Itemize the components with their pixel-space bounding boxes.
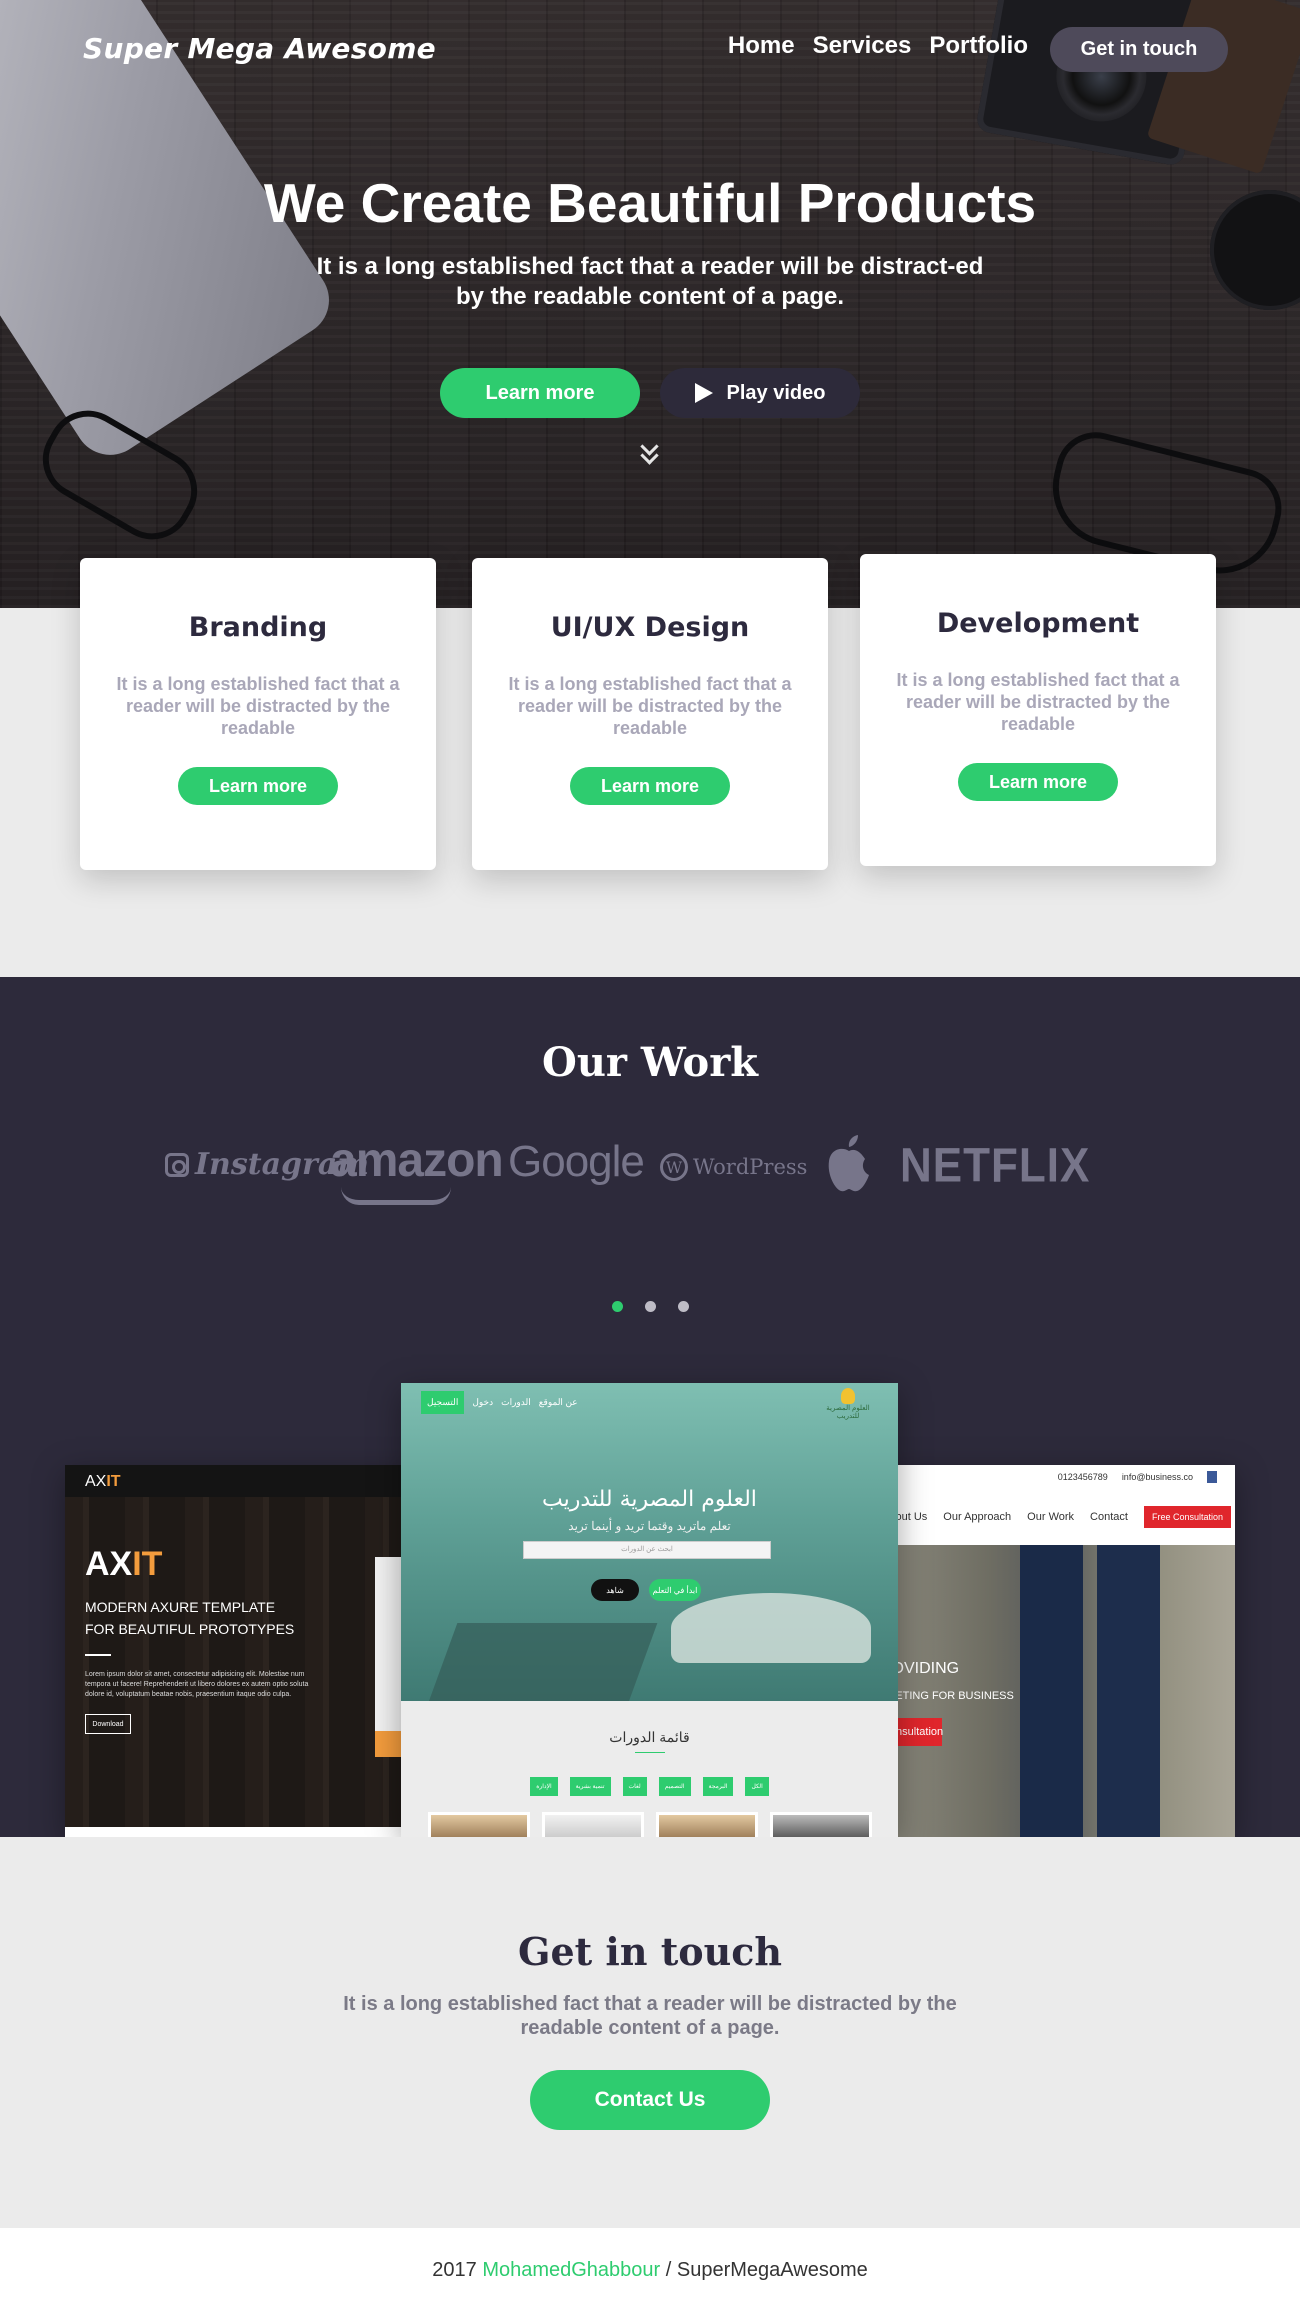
contact-us-button[interactable]: Contact Us xyxy=(530,2070,770,2130)
amazon-smile-icon xyxy=(341,1187,451,1205)
brand-logo[interactable]: Super Mega Awesome xyxy=(83,32,436,65)
learn-more-button[interactable]: Learn more xyxy=(440,368,640,418)
portfolio-screenshot-arabic-training[interactable]: التسجيل دخول الدورات عن الموقع العلوم ال… xyxy=(401,1383,898,1837)
instagram-icon xyxy=(165,1152,189,1177)
hero-subtitle: It is a long established fact that a rea… xyxy=(316,253,984,310)
business-menu: About Us Our Approach Our Work Contact F… xyxy=(880,1489,1235,1545)
footer-year: 2017 xyxy=(432,2259,477,2281)
contact-text: It is a long established fact that a rea… xyxy=(343,1993,957,2039)
card-learn-more-button[interactable]: Learn more xyxy=(570,767,730,805)
top-nav: Super Mega Awesome Home Services Portfol… xyxy=(0,0,1300,100)
apple-logo-icon xyxy=(828,1135,869,1192)
service-card-development: Development It is a long established fac… xyxy=(860,554,1216,866)
wordpress-icon: W xyxy=(660,1153,688,1181)
training-logo: العلوم المصرية للتدريب xyxy=(826,1388,870,1428)
our-work-section: Our Work Instagram amazon Google W WordP… xyxy=(0,977,1300,1837)
slider-dot-3[interactable] xyxy=(677,1301,689,1312)
card-text: It is a long established fact that a rea… xyxy=(508,674,792,738)
footer: 2017 MohamedGhabbour / SuperMegaAwesome xyxy=(0,2228,1300,2313)
card-title: Branding xyxy=(188,612,328,643)
business-topbar: 0123456789 info@business.co xyxy=(880,1465,1235,1489)
portfolio-screenshot-business[interactable]: 0123456789 info@business.co About Us Our… xyxy=(880,1465,1235,1837)
slider-dot-2[interactable] xyxy=(644,1301,656,1312)
card-learn-more-button[interactable]: Learn more xyxy=(958,763,1118,801)
card-title: UI/UX Design xyxy=(550,612,750,643)
amazon-logo: amazon xyxy=(330,1134,504,1187)
training-courses: قائمة الدورات الإدارة تنمية بشرية لغات ا… xyxy=(401,1701,898,1837)
footer-separator: / xyxy=(665,2259,672,2281)
footer-author-link[interactable]: MohamedGhabbour xyxy=(482,2259,660,2282)
wordpress-logo: W WordPress xyxy=(660,1153,807,1181)
portfolio-screenshot-axit[interactable]: AXIT AXIT MODERN AXURE TEMPLATE FOR BEAU… xyxy=(65,1465,435,1837)
netflix-logo: NETFLIX xyxy=(900,1138,1091,1193)
client-logos: Instagram amazon Google W WordPress NETF… xyxy=(165,1134,1089,1205)
hero-buttons: Learn more Play video xyxy=(0,368,1300,418)
card-learn-more-button[interactable]: Learn more xyxy=(178,767,338,805)
hero-content: We Create Beautiful Products It is a lon… xyxy=(0,170,1300,466)
axit-hero-text: AXIT MODERN AXURE TEMPLATE FOR BEAUTIFUL… xyxy=(85,1545,315,1734)
contact-title: Get in touch xyxy=(518,1929,782,1974)
play-video-button[interactable]: Play video xyxy=(660,368,860,418)
work-title: Our Work xyxy=(541,1039,759,1086)
hero-title: We Create Beautiful Products xyxy=(263,172,1037,234)
card-text: It is a long established fact that a rea… xyxy=(116,674,400,738)
play-icon xyxy=(694,383,713,403)
double-chevron-down-icon[interactable] xyxy=(638,437,662,466)
bulb-icon xyxy=(841,1388,855,1404)
services-section: Branding It is a long established fact t… xyxy=(0,554,1300,977)
contact-section: Get in touch It is a long established fa… xyxy=(0,1837,1300,2228)
google-logo: Google xyxy=(508,1137,645,1186)
footer-site: SuperMegaAwesome xyxy=(676,2259,868,2281)
nav-link-home[interactable]: Home xyxy=(728,32,795,60)
business-legs-photo xyxy=(1020,1545,1160,1837)
play-video-label: Play video xyxy=(726,381,826,404)
slider-dots xyxy=(0,1301,1300,1312)
hero-section: Super Mega Awesome Home Services Portfol… xyxy=(0,0,1300,608)
axit-topbar: AXIT xyxy=(65,1465,435,1497)
slider-dot-1[interactable] xyxy=(611,1301,623,1312)
nav-link-portfolio[interactable]: Portfolio xyxy=(929,32,1028,60)
nav-link-services[interactable]: Services xyxy=(813,32,912,60)
card-text: It is a long established fact that a rea… xyxy=(896,670,1180,734)
get-in-touch-button[interactable]: Get in touch xyxy=(1050,27,1228,72)
card-title: Development xyxy=(936,608,1140,639)
training-menu: التسجيل دخول الدورات عن الموقع xyxy=(421,1391,578,1414)
service-card-uiux: UI/UX Design It is a long established fa… xyxy=(472,558,828,870)
facebook-icon xyxy=(1207,1471,1217,1483)
service-card-branding: Branding It is a long established fact t… xyxy=(80,558,436,870)
nav-links: Home Services Portfolio xyxy=(728,32,1028,60)
